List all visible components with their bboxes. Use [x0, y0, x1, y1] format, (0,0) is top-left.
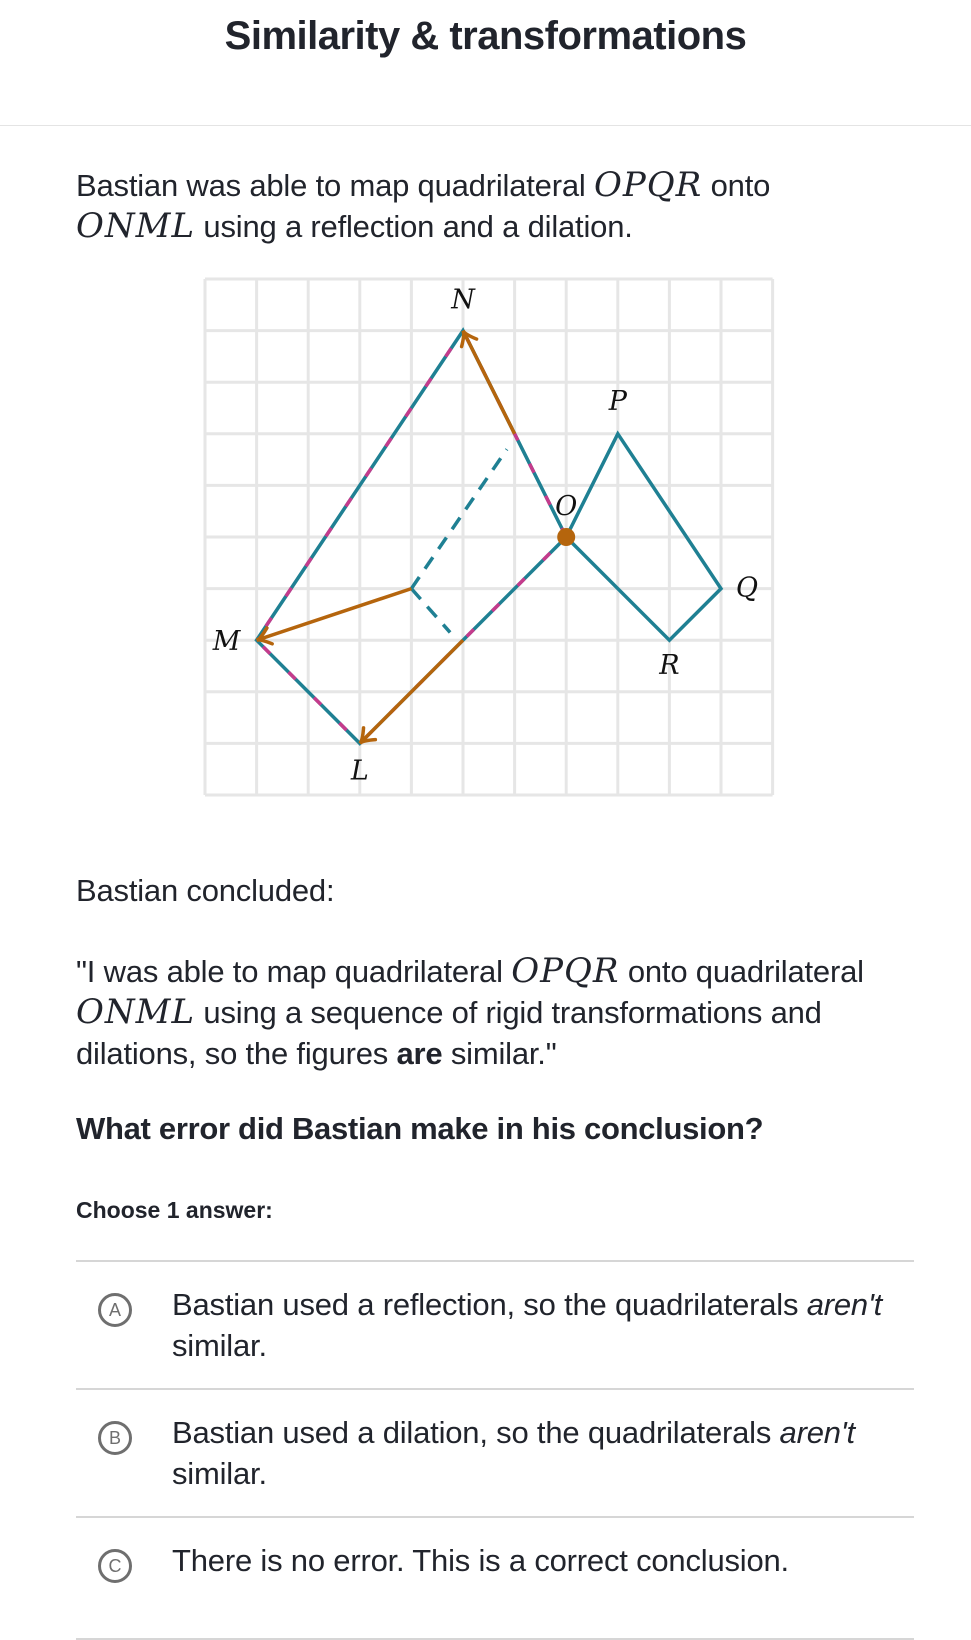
dilation-arrow-to-m: [256, 586, 412, 642]
conclusion-quote: "I was able to map quadrilateral OPQR on…: [76, 951, 936, 1074]
quote-text: "I was able to map quadrilateral: [76, 954, 512, 989]
quote-text: onto quadrilateral: [619, 954, 864, 989]
quote-bold: are: [396, 1036, 443, 1071]
choice-c[interactable]: C There is no error. This is a correct c…: [76, 1516, 914, 1640]
choice-letter-a: A: [98, 1293, 132, 1327]
choice-letter-c: C: [98, 1549, 132, 1583]
choice-text: There is no error. This is a correct con…: [172, 1543, 789, 1578]
transformation-graph: N O P Q R M L: [203, 277, 775, 797]
figure-opqr: OPQR: [511, 951, 620, 991]
point-label-r: R: [658, 650, 679, 681]
quote-text: similar.": [442, 1036, 557, 1071]
header: Similarity & transformations: [0, 0, 971, 126]
answer-choices: A Bastian used a reflection, so the quad…: [76, 1260, 914, 1640]
reflected-side-dashed: [409, 448, 509, 590]
conclusion-intro: Bastian concluded:: [76, 873, 335, 908]
reflected-side-dashed: [410, 587, 452, 634]
intro-text: Bastian was able to map quadrilateral: [76, 168, 594, 203]
choice-b[interactable]: B Bastian used a dilation, so the quadri…: [76, 1388, 914, 1516]
question: What error did Bastian make in his concl…: [76, 1111, 764, 1146]
choice-letter-b: B: [98, 1421, 132, 1455]
choice-a[interactable]: A Bastian used a reflection, so the quad…: [76, 1260, 914, 1388]
figure-onml: ONML: [76, 206, 196, 246]
choice-text: Bastian used a reflection, so the quadri…: [172, 1287, 883, 1363]
figure-onml: ONML: [76, 992, 196, 1032]
intro-text: onto: [702, 168, 771, 203]
choose-label: Choose 1 answer:: [76, 1197, 273, 1223]
intro-text: using a reflection and a dilation.: [195, 209, 633, 244]
figure-opqr: OPQR: [593, 165, 703, 205]
point-label-m: M: [212, 626, 242, 657]
point-label-p: P: [608, 386, 628, 417]
point-label-l: L: [350, 755, 369, 786]
problem-intro: Bastian was able to map quadrilateral OP…: [76, 165, 936, 247]
point-label-q: Q: [736, 573, 758, 604]
page-title: Similarity & transformations: [224, 14, 747, 58]
point-label-n: N: [450, 285, 476, 316]
point-label-o: O: [555, 491, 577, 522]
dilation-center-point: [557, 528, 576, 546]
choice-text: Bastian used a dilation, so the quadrila…: [172, 1415, 855, 1491]
